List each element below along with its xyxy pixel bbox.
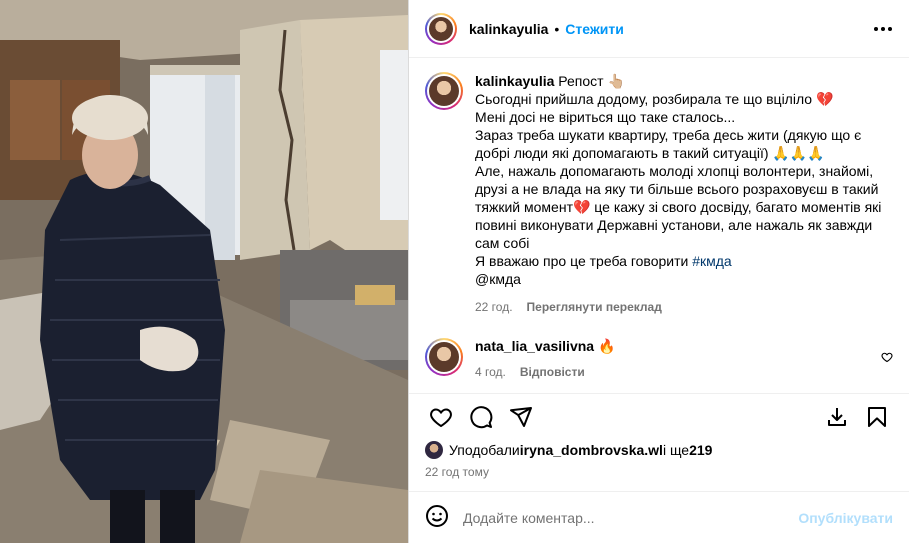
- caption-line: сам собі: [475, 235, 530, 251]
- translate-button[interactable]: Переглянути переклад: [527, 298, 662, 316]
- caption-line: Але, нажаль допомагають молоді хлопці во…: [475, 163, 874, 179]
- post-side-panel: kalinkayulia • Стежити kalinkayulia Репо…: [408, 0, 909, 543]
- download-icon[interactable]: [817, 397, 857, 437]
- caption-last-line: Я вважаю про це треба говорити #кмда: [475, 252, 893, 270]
- repost-label: Репост 👆🏼: [558, 73, 625, 89]
- caption-line: добрі люди які допомагають в такий ситуа…: [475, 145, 825, 161]
- caption-line: Я вважаю про це треба говорити: [475, 253, 693, 269]
- caption-time[interactable]: 22 год.: [475, 298, 513, 316]
- commenter-avatar[interactable]: [425, 338, 463, 376]
- mention-line: @кмда: [475, 270, 893, 288]
- send-icon[interactable]: [501, 397, 541, 437]
- hashtag-link[interactable]: #кмда: [692, 253, 732, 269]
- avatar-inner: [427, 74, 461, 108]
- caption-author[interactable]: kalinkayulia: [475, 73, 554, 89]
- likes-middle: і ще: [662, 442, 690, 458]
- caption-line: друзі а не влада на яку ти більше всього…: [475, 181, 879, 197]
- mention-link[interactable]: @кмда: [475, 271, 521, 287]
- likes-summary: Уподобали iryna_dombrovska.wl і ще 219: [409, 439, 909, 461]
- separator-dot: •: [554, 20, 560, 37]
- commenter-username[interactable]: nata_lia_vasilivna: [475, 338, 594, 354]
- add-comment-bar: Опублікувати: [409, 491, 909, 543]
- bookmark-icon[interactable]: [857, 397, 897, 437]
- caption-body: kalinkayulia Репост 👆🏼 Сьогодні прийшла …: [475, 72, 893, 316]
- caption-first-line: kalinkayulia Репост 👆🏼: [475, 72, 893, 90]
- comment-body: nata_lia_vasilivna 🔥 4 год. Відповісти: [475, 338, 615, 379]
- photo-illustration: [0, 0, 408, 543]
- comment-icon[interactable]: [461, 397, 501, 437]
- caption-meta: 22 год. Переглянути переклад: [475, 298, 893, 316]
- publish-button[interactable]: Опублікувати: [798, 510, 893, 526]
- post-header: kalinkayulia • Стежити: [409, 0, 909, 58]
- action-bar: [409, 393, 909, 439]
- avatar-inner: [427, 340, 461, 374]
- comment-meta: 4 год. Відповісти: [475, 365, 615, 379]
- reply-button[interactable]: Відповісти: [520, 365, 585, 379]
- avatar-image: [429, 76, 459, 106]
- emoji-icon[interactable]: [425, 504, 449, 531]
- caption-line: тяжкий момент💔 це кажу зі свого досвіду,…: [475, 199, 882, 215]
- liker-username[interactable]: iryna_dombrovska.wl: [520, 442, 663, 458]
- comment-input[interactable]: [463, 509, 799, 526]
- likes-count[interactable]: 219: [689, 442, 712, 458]
- comment-item: nata_lia_vasilivna 🔥 4 год. Відповісти: [425, 338, 893, 379]
- post-photo[interactable]: [0, 0, 408, 543]
- comment-like-heart-icon[interactable]: [881, 350, 893, 366]
- likes-prefix: Уподобали: [449, 442, 520, 458]
- caption: kalinkayulia Репост 👆🏼 Сьогодні прийшла …: [425, 72, 893, 316]
- caption-line: Мені досі не віриться що таке сталось...: [475, 109, 736, 125]
- caption-line: повині виконувати Державні установи, але…: [475, 217, 873, 233]
- follow-button[interactable]: Стежити: [565, 21, 624, 37]
- comment-time[interactable]: 4 год.: [475, 365, 506, 379]
- comment-emoji: 🔥: [597, 338, 616, 354]
- heart-icon[interactable]: [421, 397, 461, 437]
- author-avatar[interactable]: [425, 12, 457, 45]
- post-timestamp: 22 год тому: [425, 465, 489, 479]
- caption-line: Сьогодні прийшла додому, розбирала те що…: [475, 91, 834, 107]
- author-username[interactable]: kalinkayulia: [469, 21, 548, 37]
- comment-text: nata_lia_vasilivna 🔥: [475, 338, 615, 355]
- caption-line: Зараз треба шукати квартиру, треба десь …: [475, 127, 862, 143]
- caption-author-avatar[interactable]: [425, 72, 463, 110]
- more-icon[interactable]: [871, 17, 895, 41]
- post-modal: kalinkayulia • Стежити kalinkayulia Репо…: [0, 0, 909, 543]
- avatar-image: [429, 342, 459, 372]
- avatar-image: [429, 16, 453, 41]
- liker-avatar[interactable]: [425, 441, 443, 459]
- comments-section: kalinkayulia Репост 👆🏼 Сьогодні прийшла …: [409, 58, 909, 393]
- avatar-inner: [427, 14, 455, 43]
